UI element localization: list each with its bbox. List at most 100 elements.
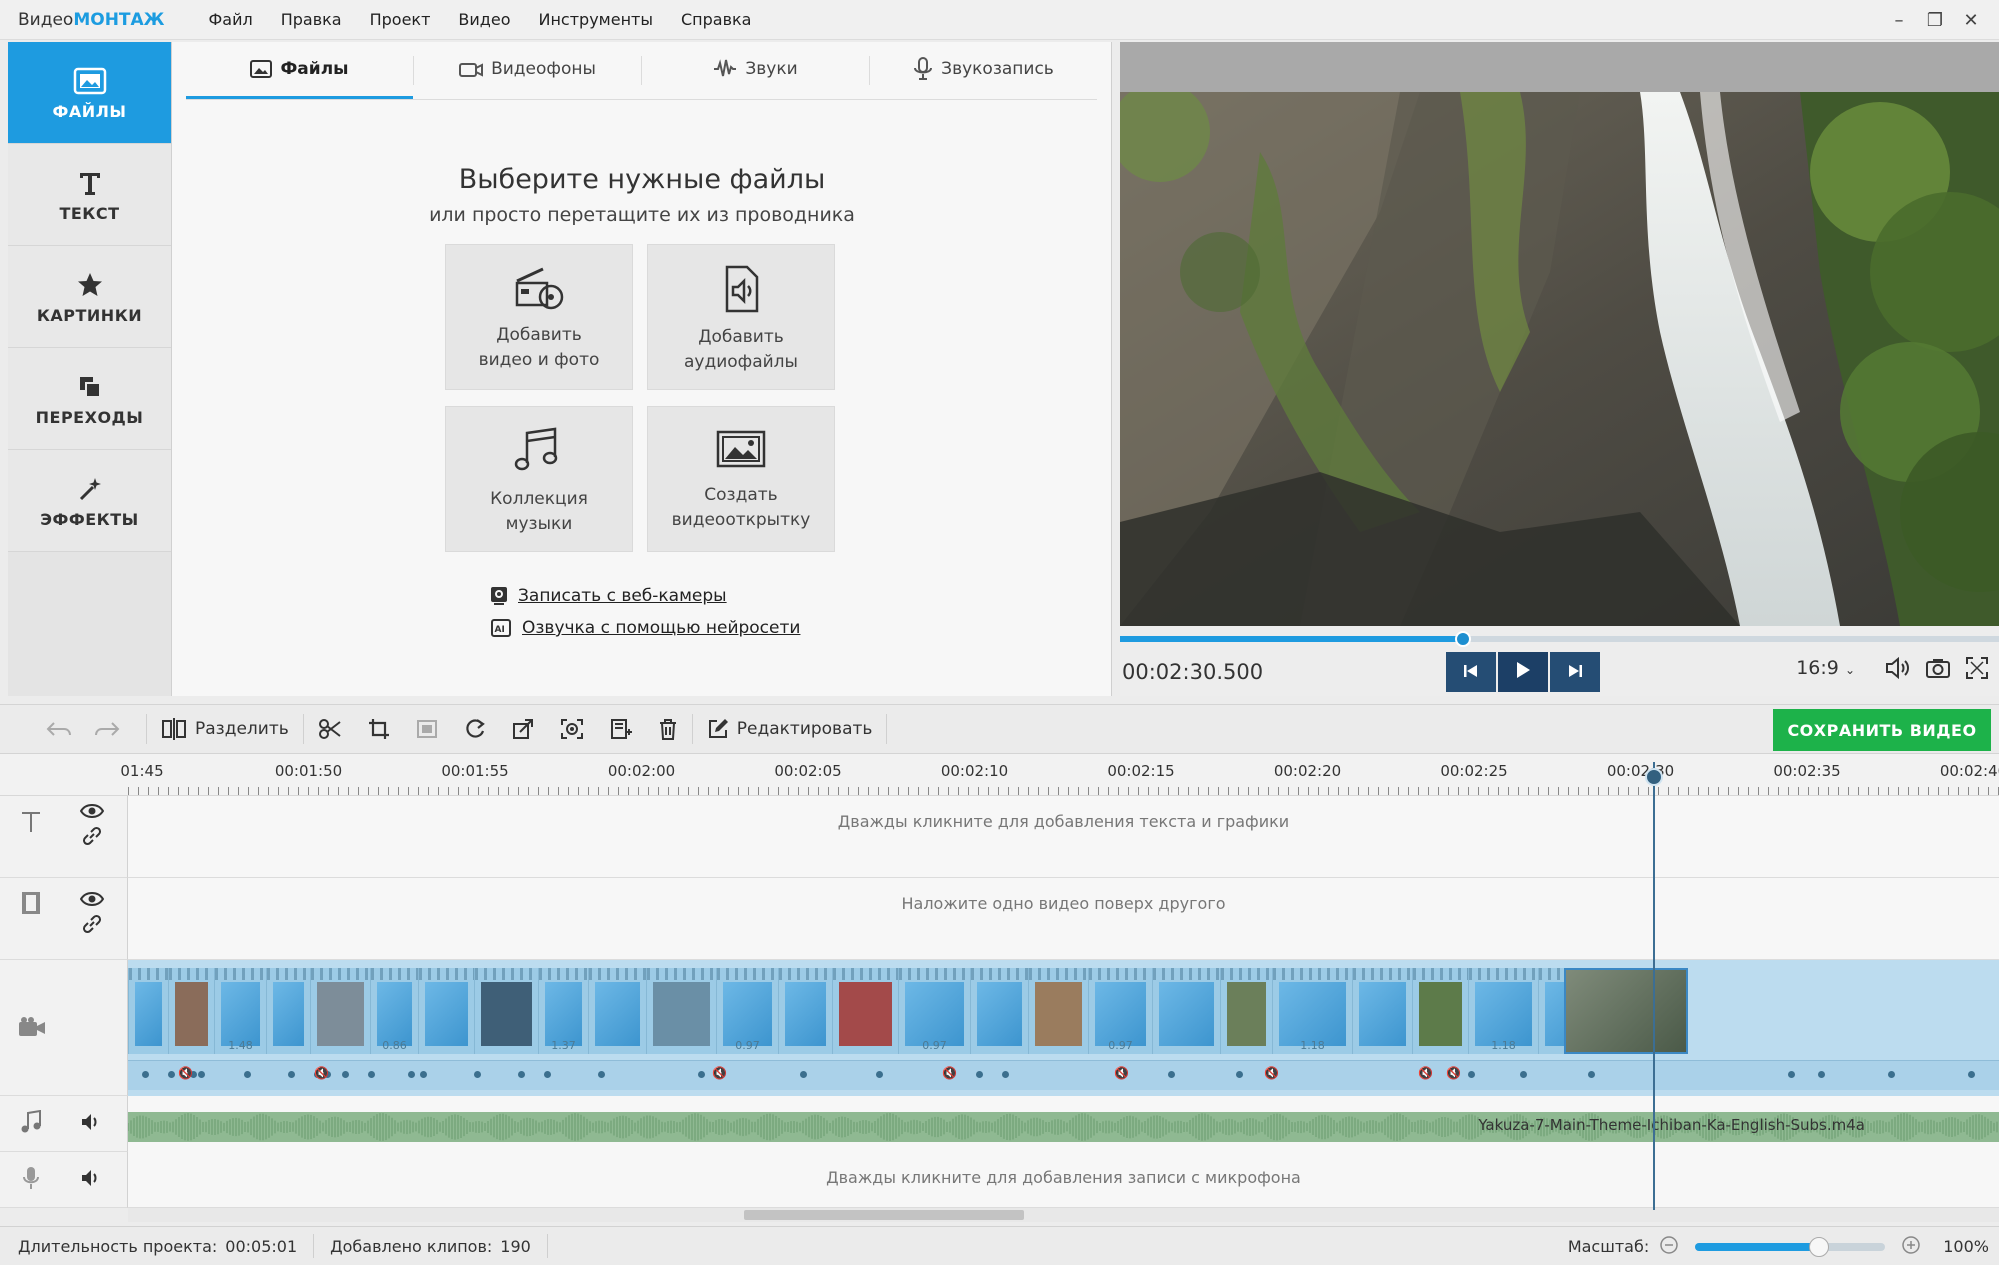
overlay-track[interactable]: Наложите одно видео поверх другого	[128, 878, 1999, 960]
speaker-icon[interactable]	[80, 1112, 102, 1132]
video-clip[interactable]	[1220, 968, 1272, 1054]
mic-track[interactable]: Дважды кликните для добавления записи с …	[128, 1152, 1999, 1208]
timeline-ruler[interactable]: 01:45 00:01:50 00:01:55 00:02:00 00:02:05 00:…	[0, 754, 1999, 796]
minimize-icon[interactable]: –	[1881, 10, 1917, 31]
resize-icon[interactable]	[512, 718, 534, 740]
volume-keypoint[interactable]	[408, 1071, 415, 1078]
video-clip[interactable]	[474, 968, 538, 1054]
tab-voice-record[interactable]: Звукозапись	[870, 42, 1097, 99]
video-clip[interactable]: 1.37	[538, 968, 588, 1054]
eye-icon[interactable]	[80, 890, 104, 908]
menu-help[interactable]: Справка	[681, 10, 752, 29]
link-chain-icon[interactable]	[82, 914, 102, 934]
restore-icon[interactable]: ❐	[1917, 10, 1953, 31]
video-clip[interactable]	[588, 968, 646, 1054]
zoom-slider[interactable]	[1695, 1236, 1886, 1257]
edit-button[interactable]: Редактировать	[707, 718, 872, 740]
volume-keypoint[interactable]	[1968, 1071, 1975, 1078]
tab-files[interactable]: Файлы	[186, 42, 413, 99]
menu-project[interactable]: Проект	[370, 10, 431, 29]
muted-audio-icon[interactable]: 🔇	[1446, 1066, 1461, 1080]
video-track[interactable]: 1.48 0.86 1.37 0.97 0.97 0.97 1.18 1.18 🔇 🔇 🔇 🔇 🔇 🔇 🔇…	[128, 960, 1999, 1096]
volume-keypoint[interactable]	[1236, 1071, 1243, 1078]
muted-audio-icon[interactable]: 🔇	[1418, 1066, 1433, 1080]
video-clip[interactable]: 1.48	[214, 968, 266, 1054]
create-postcard-button[interactable]: Создать видеооткрытку	[647, 406, 835, 552]
volume-keypoint[interactable]	[420, 1071, 427, 1078]
zoom-in-icon[interactable]	[1901, 1235, 1921, 1259]
muted-audio-icon[interactable]: 🔇	[712, 1066, 727, 1080]
scrubber-handle[interactable]	[1454, 631, 1471, 647]
video-clip[interactable]	[266, 968, 310, 1054]
music-collection-button[interactable]: Коллекция музыки	[445, 406, 633, 552]
volume-keypoint[interactable]	[342, 1071, 349, 1078]
video-clip[interactable]	[310, 968, 370, 1054]
muted-audio-icon[interactable]: 🔇	[314, 1066, 329, 1080]
video-clip[interactable]	[1412, 968, 1468, 1054]
redo-icon[interactable]	[94, 720, 120, 738]
sidebar-item-files[interactable]: ФАЙЛЫ	[8, 42, 171, 144]
menu-video[interactable]: Видео	[458, 10, 510, 29]
sidebar-item-transitions[interactable]: ПЕРЕХОДЫ	[8, 348, 171, 450]
video-clip[interactable]	[778, 968, 832, 1054]
muted-audio-icon[interactable]: 🔇	[1264, 1066, 1279, 1080]
volume-keypoint[interactable]	[1520, 1071, 1527, 1078]
aspect-ratio-select[interactable]: 16:9 ⌄	[1796, 657, 1855, 679]
scrollbar-thumb[interactable]	[744, 1210, 1024, 1220]
video-clip[interactable]	[646, 968, 716, 1054]
stabilize-icon[interactable]	[560, 718, 584, 740]
volume-keypoint[interactable]	[598, 1071, 605, 1078]
volume-keypoint[interactable]	[288, 1071, 295, 1078]
preview-frame[interactable]	[1120, 92, 1999, 626]
ai-voiceover-link[interactable]: AI Озвучка с помощью нейросети	[490, 612, 800, 644]
save-video-button[interactable]: СОХРАНИТЬ ВИДЕО	[1773, 709, 1991, 751]
menu-file[interactable]: Файл	[209, 10, 253, 29]
sidebar-item-text[interactable]: ТЕКСТ	[8, 144, 171, 246]
sidebar-item-effects[interactable]: ЭФФЕКТЫ	[8, 450, 171, 552]
add-video-photo-button[interactable]: Добавить видео и фото	[445, 244, 633, 390]
volume-keypoint[interactable]	[800, 1071, 807, 1078]
skip-back-button[interactable]	[1446, 652, 1496, 692]
volume-keypoint[interactable]	[876, 1071, 883, 1078]
crop-icon[interactable]	[368, 718, 390, 740]
tab-sounds[interactable]: Звуки	[642, 42, 869, 99]
video-clip[interactable]: 1.18	[1272, 968, 1352, 1054]
volume-keypoint[interactable]	[698, 1071, 705, 1078]
volume-keypoint[interactable]	[1588, 1071, 1595, 1078]
video-clip[interactable]	[1152, 968, 1220, 1054]
fit-frame-icon[interactable]	[416, 719, 438, 739]
add-audio-button[interactable]: Добавить аудиофайлы	[647, 244, 835, 390]
video-clip[interactable]	[832, 968, 898, 1054]
volume-keypoint[interactable]	[368, 1071, 375, 1078]
volume-keypoint[interactable]	[1788, 1071, 1795, 1078]
video-clip[interactable]	[970, 968, 1028, 1054]
volume-keypoint[interactable]	[1168, 1071, 1175, 1078]
zoom-slider-handle[interactable]	[1808, 1236, 1829, 1257]
volume-keypoint[interactable]	[1888, 1071, 1895, 1078]
snapshot-camera-icon[interactable]	[1925, 657, 1951, 679]
scissors-icon[interactable]	[318, 718, 342, 740]
volume-keypoint[interactable]	[474, 1071, 481, 1078]
muted-audio-icon[interactable]: 🔇	[178, 1066, 193, 1080]
menu-tools[interactable]: Инструменты	[538, 10, 653, 29]
video-clip[interactable]: 1.18	[1468, 968, 1538, 1054]
split-button[interactable]: Разделить	[161, 718, 289, 740]
volume-keypoint[interactable]	[544, 1071, 551, 1078]
volume-keypoint[interactable]	[168, 1071, 175, 1078]
timeline-playhead[interactable]	[1645, 762, 1663, 1210]
muted-audio-icon[interactable]: 🔇	[1114, 1066, 1129, 1080]
volume-keypoint[interactable]	[1818, 1071, 1825, 1078]
volume-keypoint[interactable]	[518, 1071, 525, 1078]
video-clip[interactable]: 0.86	[370, 968, 418, 1054]
volume-keypoint[interactable]	[142, 1071, 149, 1078]
record-webcam-link[interactable]: Записать с веб-камеры	[490, 580, 800, 612]
volume-keypoint[interactable]	[1468, 1071, 1475, 1078]
text-track[interactable]: Дважды кликните для добавления текста и …	[128, 796, 1999, 878]
rotate-icon[interactable]	[464, 718, 486, 740]
trash-icon[interactable]	[658, 718, 678, 740]
play-button[interactable]	[1498, 652, 1548, 692]
timeline-scrollbar[interactable]	[128, 1208, 1999, 1222]
volume-keypoint[interactable]	[198, 1071, 205, 1078]
add-frame-icon[interactable]	[610, 718, 632, 740]
volume-keypoint[interactable]	[976, 1071, 983, 1078]
